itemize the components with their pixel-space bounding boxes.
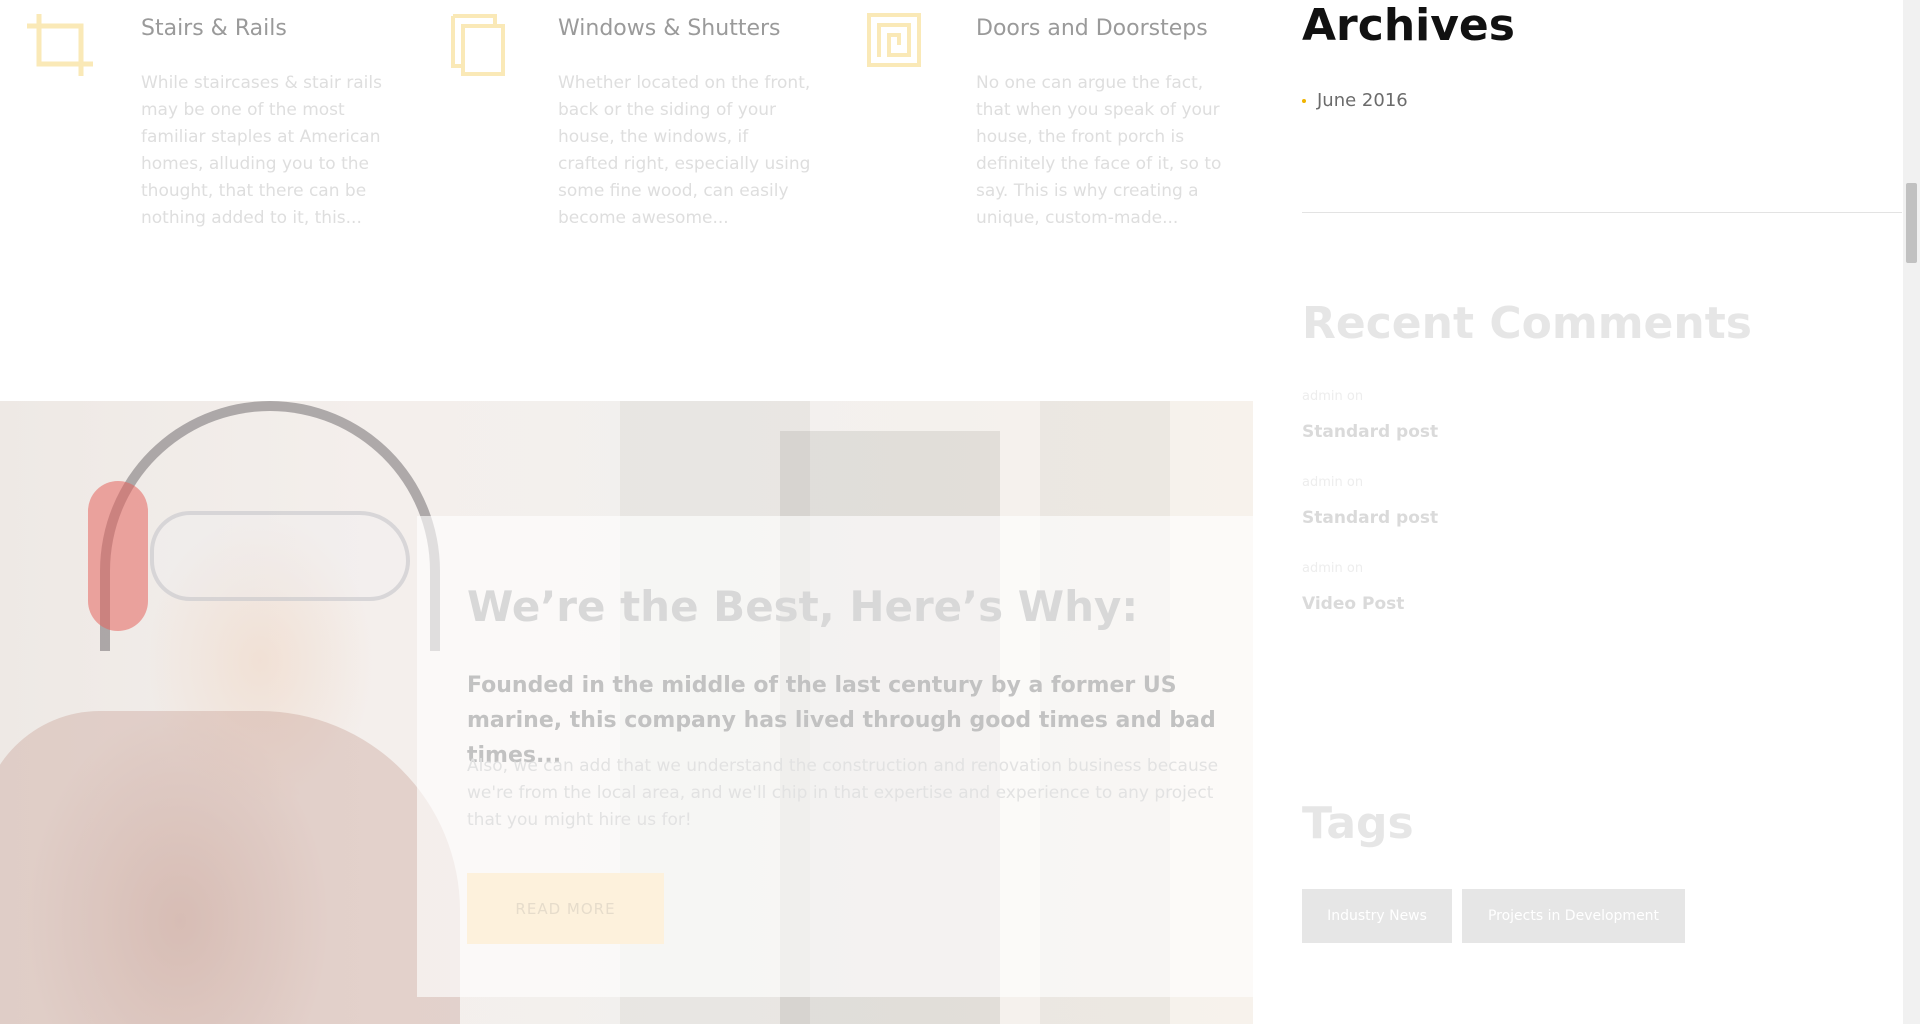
read-more-button[interactable]: READ MORE xyxy=(467,873,664,944)
sidebar: Archives June 2016 Recent Comments admin… xyxy=(1302,0,1902,1024)
archive-label: June 2016 xyxy=(1317,90,1408,111)
earmuff xyxy=(88,481,148,631)
recent-comment: admin on Standard post xyxy=(1302,475,1438,528)
recent-comments-title: Recent Comments xyxy=(1302,298,1752,349)
service-excerpt: No one can argue the fact, that when you… xyxy=(976,73,1222,228)
service-title[interactable]: Doors and Doorsteps xyxy=(976,16,1208,41)
comment-meta: admin on xyxy=(1302,561,1404,576)
service-excerpt: Whether located on the front, back or th… xyxy=(558,73,811,228)
services-section: Stairs & Rails While staircases & stair … xyxy=(0,0,1253,400)
comment-author[interactable]: admin xyxy=(1302,561,1343,576)
comment-on: on xyxy=(1346,561,1364,576)
page-scrollbar[interactable] xyxy=(1903,0,1920,1024)
bullet-icon xyxy=(1302,98,1306,103)
comment-post-link[interactable]: Video Post xyxy=(1302,594,1404,614)
copy-icon xyxy=(449,12,519,82)
tag-projects-in-development[interactable]: Projects in Development xyxy=(1462,889,1685,943)
archive-link-june-2016[interactable]: June 2016 xyxy=(1302,90,1408,111)
tag-industry-news[interactable]: Industry News xyxy=(1302,889,1452,943)
comment-author[interactable]: admin xyxy=(1302,389,1343,404)
comment-meta: admin on xyxy=(1302,475,1438,490)
service-excerpt: While staircases & stair rails may be on… xyxy=(141,73,382,228)
scrollbar-thumb[interactable] xyxy=(1906,183,1917,263)
comment-author[interactable]: admin xyxy=(1302,475,1343,490)
comment-meta: admin on xyxy=(1302,389,1438,404)
why-us-card: We’re the Best, Here’s Why: Founded in t… xyxy=(417,516,1253,997)
why-us-body: Also, we can add that we understand the … xyxy=(467,756,1219,830)
why-us-section: We’re the Best, Here’s Why: Founded in t… xyxy=(0,401,1253,1024)
recent-comment: admin on Video Post xyxy=(1302,561,1404,614)
comment-post-link[interactable]: Standard post xyxy=(1302,422,1438,442)
recent-comment: admin on Standard post xyxy=(1302,389,1438,442)
spiral-square-icon xyxy=(866,12,936,82)
crop-icon xyxy=(25,12,95,82)
archives-title: Archives xyxy=(1302,0,1515,51)
service-title[interactable]: Stairs & Rails xyxy=(141,16,287,41)
divider xyxy=(1302,212,1902,213)
comment-on: on xyxy=(1346,389,1364,404)
comment-on: on xyxy=(1346,475,1364,490)
tags-title: Tags xyxy=(1302,798,1414,849)
safety-goggles xyxy=(150,511,410,601)
comment-post-link[interactable]: Standard post xyxy=(1302,508,1438,528)
why-us-title: We’re the Best, Here’s Why: xyxy=(467,582,1139,631)
service-title[interactable]: Windows & Shutters xyxy=(558,16,781,41)
